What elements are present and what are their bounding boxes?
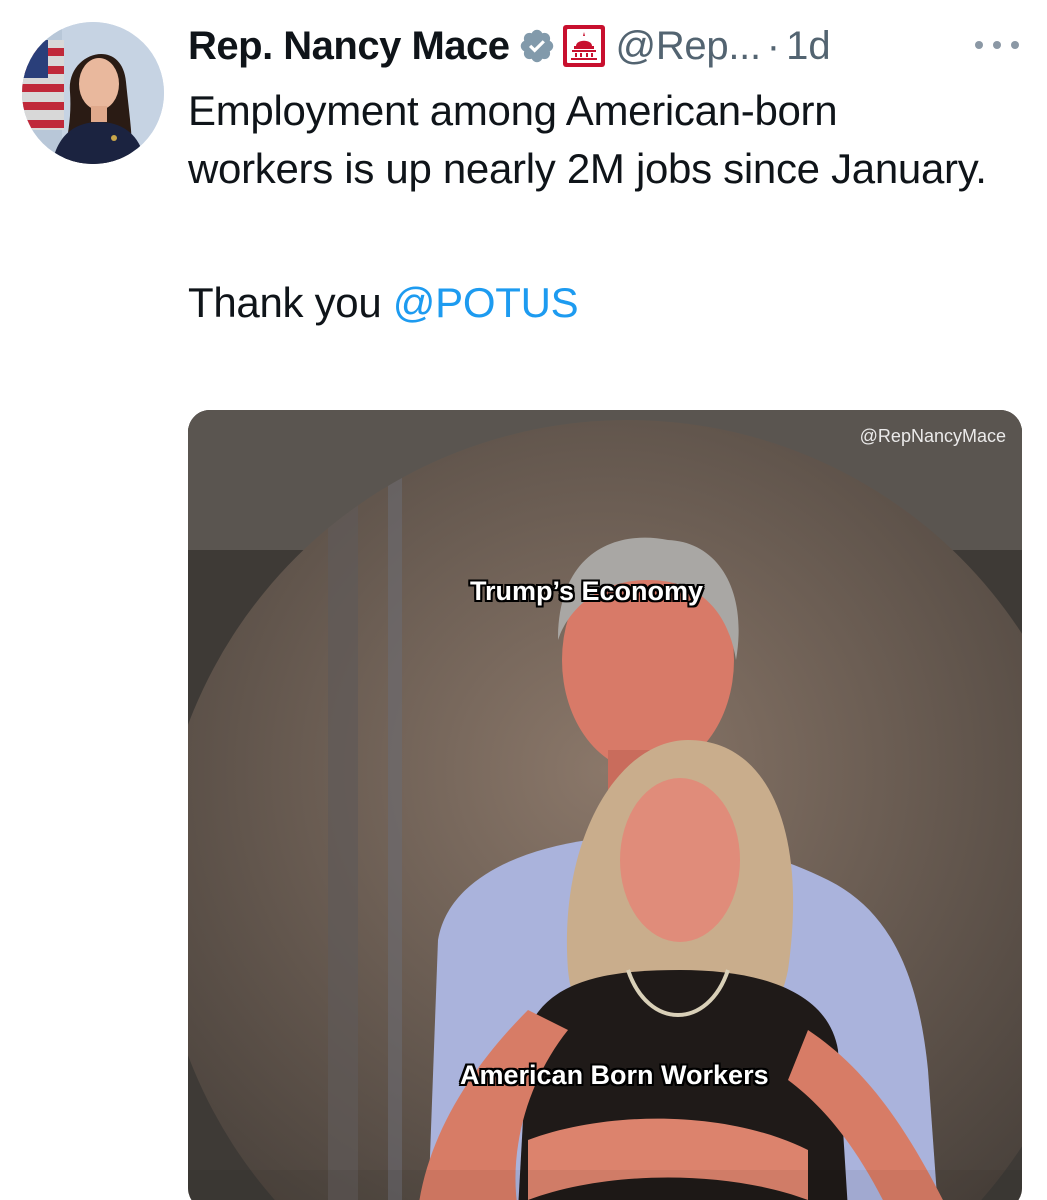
verified-badge-icon[interactable]	[518, 27, 556, 65]
meme-caption-bottom: American Born Workers	[460, 1060, 769, 1090]
separator-dot: ·	[766, 23, 781, 68]
dot	[993, 41, 1001, 49]
image-watermark: @RepNancyMace	[859, 426, 1006, 446]
tweet-image[interactable]: @RepNancyMace Trump’s Economy American B…	[188, 410, 1022, 1200]
author-name[interactable]: Rep. Nancy Mace	[188, 24, 510, 69]
dot	[975, 41, 983, 49]
author-handle[interactable]: @Rep...	[616, 24, 762, 69]
tweet[interactable]: Rep. Nancy Mace @Rep... · 1d Employment …	[0, 0, 1047, 1200]
tweet-text: Employment among American-born workers i…	[188, 82, 988, 332]
avatar[interactable]	[22, 22, 164, 164]
dot	[1011, 41, 1019, 49]
meme-caption-top: Trump’s Economy	[470, 576, 704, 606]
tweet-paragraph: Thank you @POTUS	[188, 274, 988, 332]
tweet-paragraph: Employment among American-born workers i…	[188, 87, 987, 192]
capitol-dome-icon[interactable]	[562, 24, 606, 68]
tweet-header: Rep. Nancy Mace @Rep... · 1d	[188, 16, 831, 76]
timestamp[interactable]: 1d	[786, 24, 831, 69]
thanks-text: Thank you	[188, 279, 393, 326]
mention-link[interactable]: @POTUS	[393, 279, 579, 326]
more-horizontal-icon[interactable]	[975, 30, 1019, 60]
